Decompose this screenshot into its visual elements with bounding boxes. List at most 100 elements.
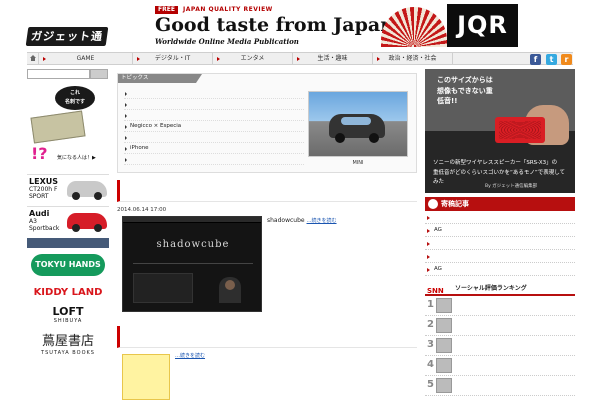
ranking-item[interactable]: 4 xyxy=(425,356,575,376)
thumb-person xyxy=(219,277,241,303)
article-summary: shadowcube …続きを読む xyxy=(267,215,417,227)
rank-number: 5 xyxy=(427,379,434,390)
nav-item-politics[interactable]: 政治・経済・社会 xyxy=(373,53,453,64)
contrib-header: 寄稿記事 xyxy=(425,197,575,211)
banner-free-badge: FREE xyxy=(155,6,178,14)
facebook-icon[interactable]: f xyxy=(530,54,541,65)
search-input[interactable] xyxy=(27,69,90,79)
tsutaya-logo-sub: TSUTAYA BOOKS xyxy=(41,350,95,356)
folding-fan-image xyxy=(381,7,447,47)
lexus-ad[interactable]: LEXUS CT200h F SPORT xyxy=(27,174,109,202)
home-icon[interactable] xyxy=(27,53,39,64)
rank-number: 4 xyxy=(427,359,434,370)
banner-ad[interactable]: FREE JAPAN QUALITY REVIEW Good taste fro… xyxy=(153,4,518,47)
topic-item[interactable] xyxy=(124,132,304,143)
nav-item-entame[interactable]: エンタメ xyxy=(213,53,293,64)
contrib-item[interactable]: AG xyxy=(425,263,575,276)
rank-thumbnail xyxy=(436,298,452,313)
thumb-title: shadowcube xyxy=(156,239,230,250)
speaker-image xyxy=(495,117,545,143)
tsutaya-logo[interactable]: 蔦屋書店 TSUTAYA BOOKS xyxy=(27,333,109,356)
contrib-item[interactable] xyxy=(425,211,575,224)
mascot-ad[interactable]: これ 名刺です !? 気になる人は！▶ xyxy=(27,84,109,166)
topic-item[interactable]: iPhone xyxy=(124,143,304,154)
topics-header: トピックス xyxy=(118,74,202,83)
banner-subline: Worldwide Online Media Publication xyxy=(155,37,299,46)
read-more-link[interactable]: …続きを読む xyxy=(307,218,337,224)
article-summary-text: shadowcube xyxy=(267,217,305,224)
thumb-divider xyxy=(133,263,253,264)
main-nav: GAME デジタル・IT エンタメ 生活・趣味 政治・経済・社会 xyxy=(27,52,573,65)
nav-item-digital[interactable]: デジタル・IT xyxy=(133,53,213,64)
rank-number: 2 xyxy=(427,319,434,330)
topic-item[interactable] xyxy=(124,99,304,110)
rank-thumbnail xyxy=(436,338,452,353)
rank-thumbnail xyxy=(436,378,452,393)
car-image xyxy=(67,181,107,200)
topics-list: Negicco × Especia iPhone xyxy=(124,88,304,165)
ranking-item[interactable]: 3 xyxy=(425,336,575,356)
social-ranking-label: ソーシャル評価ランキング xyxy=(455,285,527,292)
sony-speaker-ad[interactable]: このサイズからは 想像もできない重低音!! ソニーの新型ワイヤレススピーカー「S… xyxy=(425,69,575,193)
topic-item[interactable]: Negicco × Especia xyxy=(124,121,304,132)
article-date: 2014.06.14 17:00 xyxy=(117,207,167,213)
social-ranking-header: SNN ソーシャル評価ランキング xyxy=(425,282,575,296)
nav-item-game[interactable]: GAME xyxy=(39,53,133,64)
kiddy-land-logo[interactable]: KIDDY LAND xyxy=(27,287,109,298)
rank-number: 1 xyxy=(427,299,434,310)
ranking-list: 1 2 3 4 5 xyxy=(425,296,575,396)
tsutaya-logo-main: 蔦屋書店 xyxy=(41,334,94,349)
search-button[interactable] xyxy=(90,69,108,79)
contrib-item[interactable]: AG xyxy=(425,224,575,237)
thumb-panel xyxy=(133,273,193,303)
mascot-bubble: これ 名刺です xyxy=(55,86,95,110)
article-thumbnail[interactable]: shadowcube xyxy=(122,216,262,312)
car-image xyxy=(67,213,107,232)
read-more-link[interactable]: …続きを読む xyxy=(175,353,205,359)
banknote-image xyxy=(30,110,86,144)
tokyu-hands-logo[interactable]: TOKYU HANDS xyxy=(31,254,105,276)
loft-logo[interactable]: LOFT SHIBUYA xyxy=(27,305,109,325)
rank-thumbnail xyxy=(436,318,452,333)
audi-ad[interactable]: Audi A3 Sportback xyxy=(27,206,109,234)
ranking-item[interactable]: 2 xyxy=(425,316,575,336)
contrib-item[interactable] xyxy=(425,237,575,250)
topic-item[interactable] xyxy=(124,110,304,121)
banner-tag: JAPAN QUALITY REVIEW xyxy=(183,6,273,13)
car-model: A3 Sportback xyxy=(29,218,60,232)
loft-logo-main: LOFT xyxy=(52,305,84,318)
topics-box: トピックス Negicco × Especia iPhone MINI xyxy=(117,73,417,173)
pen-icon xyxy=(428,199,438,209)
loft-logo-sub: SHIBUYA xyxy=(53,318,83,324)
article-summary: …続きを読む xyxy=(175,350,417,362)
site-logo[interactable]: ガジェット通信 xyxy=(25,27,109,62)
topic-item[interactable] xyxy=(124,154,304,165)
rss-icon[interactable]: r xyxy=(561,54,572,65)
mascot-mark: !? xyxy=(31,144,48,163)
rank-number: 3 xyxy=(427,339,434,350)
topic-photo[interactable] xyxy=(308,91,408,157)
sidebar-link-button[interactable] xyxy=(27,238,109,248)
ad-byline: By ガジェット通信編集部 xyxy=(485,184,538,189)
twitter-icon[interactable]: t xyxy=(546,54,557,65)
ad-heading-2: 想像もできない重低音!! xyxy=(437,87,493,105)
topic-item[interactable] xyxy=(124,88,304,99)
topic-photo-caption[interactable]: MINI xyxy=(308,160,408,166)
car-brand: Audi xyxy=(29,209,50,218)
contrib-list: AG AG xyxy=(425,211,575,276)
nav-item-life[interactable]: 生活・趣味 xyxy=(293,53,373,64)
car-brand: LEXUS xyxy=(29,177,58,186)
rank-thumbnail xyxy=(436,358,452,373)
article-title[interactable] xyxy=(117,326,417,348)
ranking-item[interactable]: 1 xyxy=(425,296,575,316)
article-thumbnail[interactable] xyxy=(122,354,170,400)
mascot-caption: 気になる人は！▶ xyxy=(57,155,96,161)
contrib-item[interactable] xyxy=(425,250,575,263)
ad-caption: ソニーの新型ワイヤレススピーカー「SRS-X3」の xyxy=(433,160,558,166)
banner-brand: JQR xyxy=(447,4,518,47)
car-model: CT200h F SPORT xyxy=(29,186,58,200)
thumb-browser-bar xyxy=(123,217,261,223)
article-title[interactable] xyxy=(117,180,417,202)
contrib-header-label: 寄稿記事 xyxy=(441,200,469,208)
ranking-item[interactable]: 5 xyxy=(425,376,575,396)
